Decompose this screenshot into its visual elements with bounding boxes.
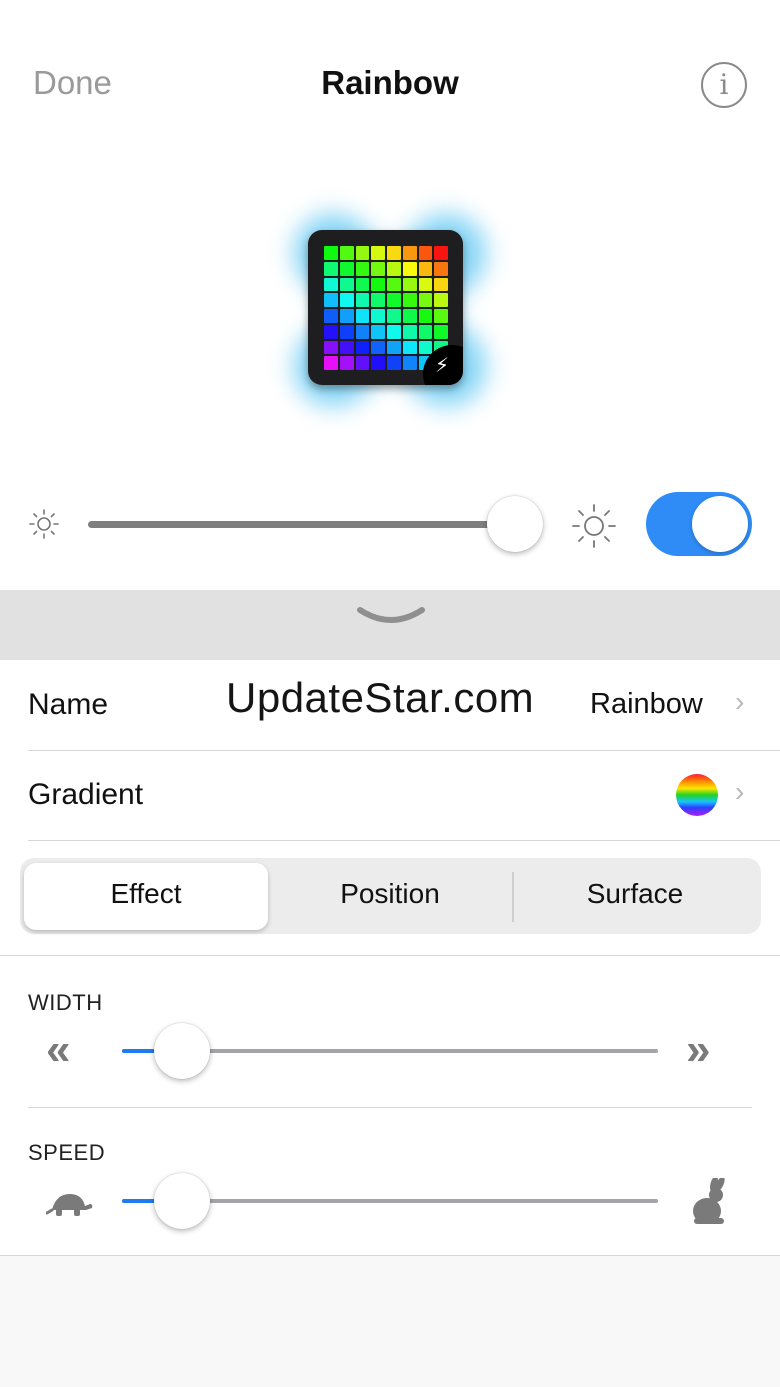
led-cell [434,261,448,276]
bottom-spacer [0,1256,780,1387]
led-cell [387,293,401,307]
led-cell [371,293,385,307]
led-cell [434,246,448,260]
done-button[interactable]: Done [33,64,112,102]
led-cell [434,277,448,292]
divider [28,840,780,841]
led-cell [355,293,370,307]
led-cell [324,340,338,355]
led-cell [324,309,338,323]
led-cell [371,324,385,339]
led-cell [418,324,433,339]
led-cell [387,261,401,276]
led-cell [418,277,433,292]
led-cell [402,277,417,292]
led-cell [355,340,370,355]
gradient-label: Gradient [28,778,144,811]
led-cell [418,293,433,307]
led-cell [355,356,370,370]
name-value: Rainbow [590,688,703,720]
led-cell [418,246,433,260]
led-cell [324,324,338,339]
led-cell [402,246,417,260]
width-decrease-icon: « [46,1025,71,1074]
effect-preview: ⚡ [240,175,540,445]
led-cell [402,309,417,323]
led-cell [324,277,338,292]
gradient-swatch [676,774,718,816]
tab-surface[interactable]: Surface [514,878,756,910]
led-cell [402,356,417,370]
collapse-handle[interactable] [0,590,780,660]
led-cell [402,261,417,276]
chevron-down-icon [357,607,425,623]
led-cell [339,261,354,276]
led-cell [324,246,338,260]
width-slider-thumb[interactable] [154,1023,210,1079]
speed-slider-thumb[interactable] [154,1173,210,1229]
brightness-slider-track[interactable] [88,521,508,528]
led-cell [371,340,385,355]
led-cell [402,324,417,339]
led-cell [402,293,417,307]
brightness-low-icon [29,509,59,539]
led-cell [339,309,354,323]
led-cell [418,261,433,276]
led-cell [371,261,385,276]
width-label: WIDTH [28,990,103,1015]
led-cell [355,309,370,323]
power-toggle[interactable] [646,492,752,556]
led-cell [339,356,354,370]
led-cell [418,340,433,355]
page-title: Rainbow [321,64,459,101]
toggle-knob [692,496,748,552]
led-cell [324,356,338,370]
info-icon[interactable]: i [701,62,747,108]
led-cell [387,324,401,339]
width-increase-icon: » [686,1025,711,1074]
led-cell [339,340,354,355]
led-cell [339,293,354,307]
rabbit-icon [693,1178,725,1224]
led-cell [339,246,354,260]
divider [28,1107,752,1108]
led-cell [355,324,370,339]
led-cell [371,309,385,323]
divider [28,750,780,751]
watermark-text: UpdateStar.com [226,674,535,721]
tab-effect[interactable]: Effect [24,878,268,910]
led-cell [339,324,354,339]
turtle-icon [46,1194,93,1216]
chevron-right-icon: › [735,776,745,807]
tab-position[interactable]: Position [268,878,512,910]
led-cell [434,324,448,339]
led-cell [355,246,370,260]
led-cell [324,293,338,307]
led-cell [355,261,370,276]
led-cell [387,277,401,292]
led-cell [434,309,448,323]
led-cell [339,277,354,292]
led-cell [371,246,385,260]
page-title-container: Rainbow [0,64,780,102]
led-cell [402,340,417,355]
brightness-slider-thumb[interactable] [487,496,543,552]
led-cell [387,309,401,323]
led-cell [434,293,448,307]
led-cell [418,309,433,323]
led-cell [387,356,401,370]
name-label: Name [28,688,109,721]
led-cell [371,277,385,292]
brightness-high-icon [572,504,616,548]
led-cell [324,261,338,276]
speed-label: SPEED [28,1140,106,1165]
led-grid [324,246,448,370]
chevron-right-icon: › [735,686,745,717]
led-cell [371,356,385,370]
led-cell [355,277,370,292]
divider [0,955,780,956]
led-cell [387,340,401,355]
led-cell [387,246,401,260]
rainbow-panel-icon: ⚡ [308,230,463,385]
